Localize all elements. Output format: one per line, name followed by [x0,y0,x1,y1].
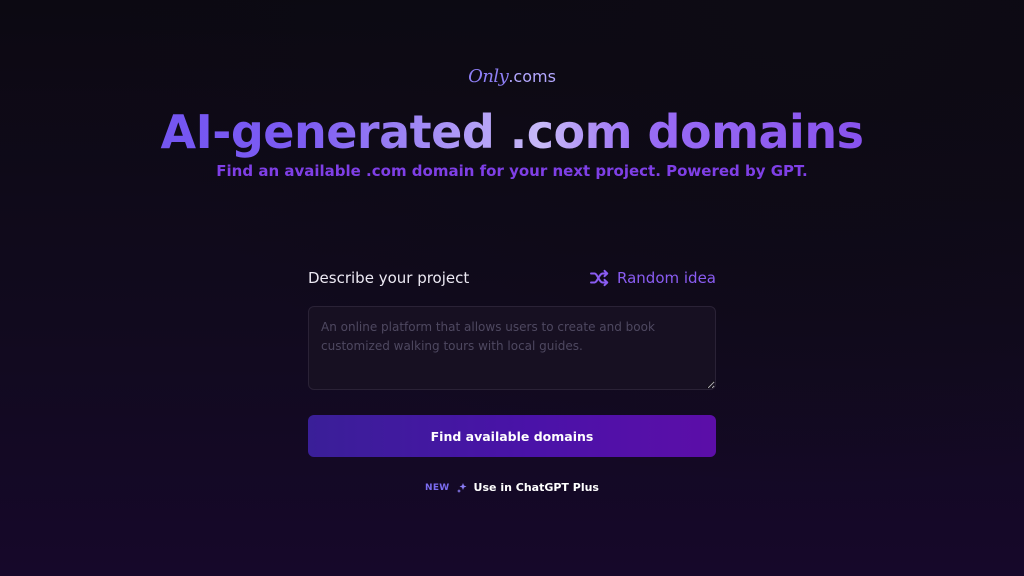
form-header: Describe your project Random idea [308,266,716,290]
chatgpt-plus-link[interactable]: Use in ChatGPT Plus [474,481,599,494]
shuffle-icon [590,269,609,287]
page-subtitle: Find an available .com domain for your n… [216,162,808,180]
logo[interactable]: Only.coms [0,66,1024,87]
project-label: Describe your project [308,269,470,287]
page-title: AI-generated .com domains [0,104,1024,160]
random-idea-label: Random idea [617,269,716,287]
project-description-input[interactable] [308,306,716,390]
textarea-wrapper [308,306,716,394]
logo-tld: .coms [508,67,556,86]
chatgpt-promo: NEW Use in ChatGPT Plus [0,481,1024,494]
page: Only.coms AI-generated .com domains Find… [0,0,1024,576]
find-domains-button[interactable]: Find available domains [308,415,716,457]
project-form: Describe your project Random idea Find a… [308,266,716,457]
random-idea-button[interactable]: Random idea [589,269,716,287]
sparkle-icon [456,482,467,493]
logo-script: Only [468,66,509,87]
new-badge: NEW [425,482,450,493]
